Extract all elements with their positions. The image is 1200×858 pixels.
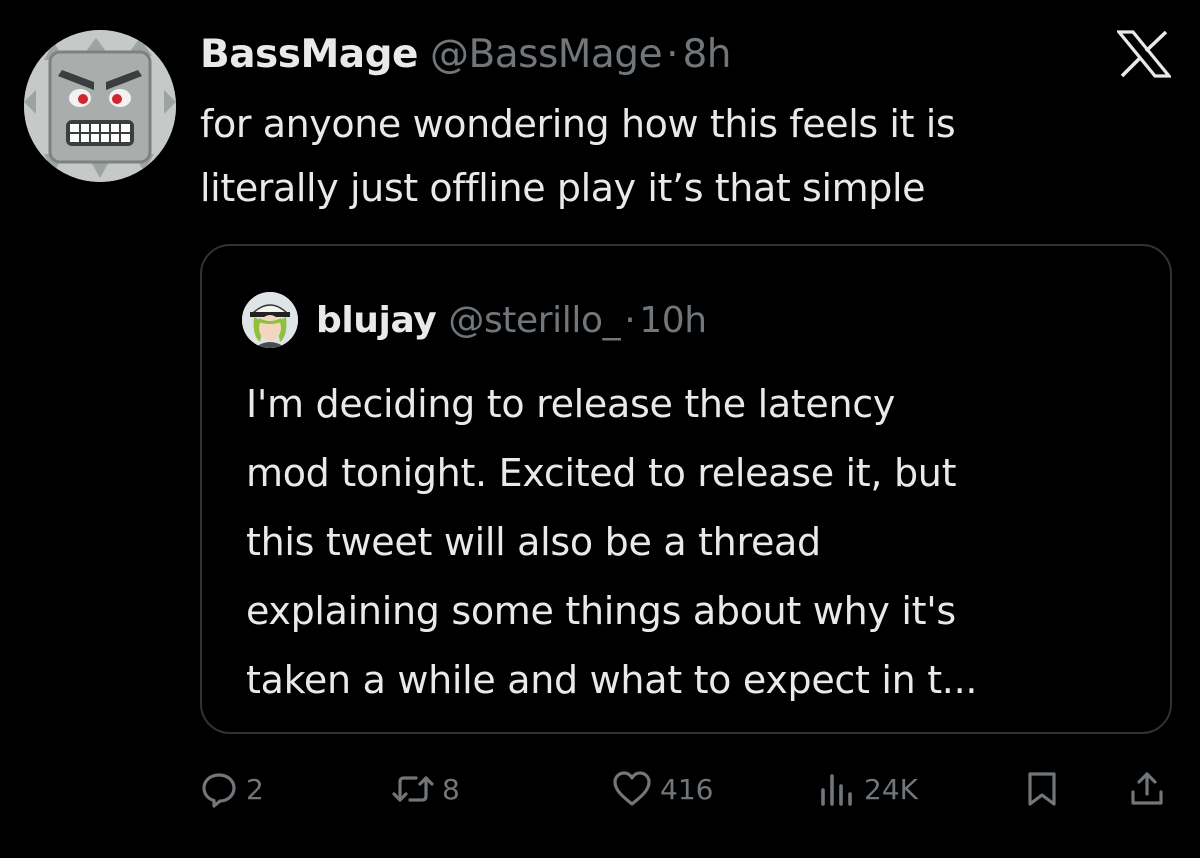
thwomp-avatar-icon <box>24 30 176 182</box>
repost-count: 8 <box>442 772 460 806</box>
repost-icon <box>392 776 434 802</box>
reply-count: 2 <box>246 772 264 806</box>
tweet-text-line: for anyone wondering how this feels it i… <box>200 102 956 146</box>
bookmark-button[interactable] <box>1024 764 1060 814</box>
quoted-tweet-timestamp[interactable]: 10h <box>639 300 707 341</box>
author-display-name[interactable]: BassMage <box>200 32 418 77</box>
x-logo-icon <box>1115 30 1173 78</box>
views-count: 24K <box>864 772 918 806</box>
author-handle[interactable]: @BassMage <box>430 32 663 77</box>
quoted-tweet-card[interactable]: blujay @sterillo_ · 10h I'm deciding to … <box>200 244 1172 734</box>
quoted-tweet-line: I'm deciding to release the latency <box>246 382 896 426</box>
anime-character-avatar-icon <box>242 292 298 348</box>
tweet-header: BassMage @BassMage · 8h <box>200 26 731 82</box>
quoted-author-avatar[interactable] <box>242 292 298 348</box>
quoted-tweet-line: taken a while and what to expect in t... <box>246 658 978 702</box>
heart-icon <box>613 771 651 806</box>
reply-icon <box>202 773 236 808</box>
like-count: 416 <box>660 772 714 806</box>
quoted-author-display-name[interactable]: blujay <box>316 300 437 341</box>
tweet-text-line: literally just offline play it’s that si… <box>200 166 926 210</box>
quoted-author-handle[interactable]: @sterillo_ <box>448 300 620 341</box>
repost-button[interactable]: 8 <box>392 764 460 814</box>
share-button[interactable] <box>1128 764 1166 814</box>
quoted-tweet-line: this tweet will also be a thread <box>246 520 821 564</box>
bookmark-icon <box>1028 772 1056 806</box>
views-button[interactable]: 24K <box>818 764 918 814</box>
tweet-text: for anyone wondering how this feels it i… <box>200 92 1160 220</box>
author-avatar[interactable] <box>24 30 176 182</box>
separator-dot: · <box>624 299 636 341</box>
quoted-tweet-text: I'm deciding to release the latency mod … <box>246 370 1146 715</box>
quoted-tweet-header: blujay @sterillo_ · 10h <box>316 292 707 348</box>
reply-button[interactable]: 2 <box>200 764 264 814</box>
quoted-tweet-line: mod tonight. Excited to release it, but <box>246 451 957 495</box>
separator-dot: · <box>666 31 679 77</box>
tweet-timestamp[interactable]: 8h <box>682 32 731 77</box>
quoted-tweet-line: explaining some things about why it's <box>246 589 956 633</box>
share-icon <box>1131 772 1163 805</box>
views-icon <box>821 774 852 806</box>
like-button[interactable]: 416 <box>612 764 713 814</box>
